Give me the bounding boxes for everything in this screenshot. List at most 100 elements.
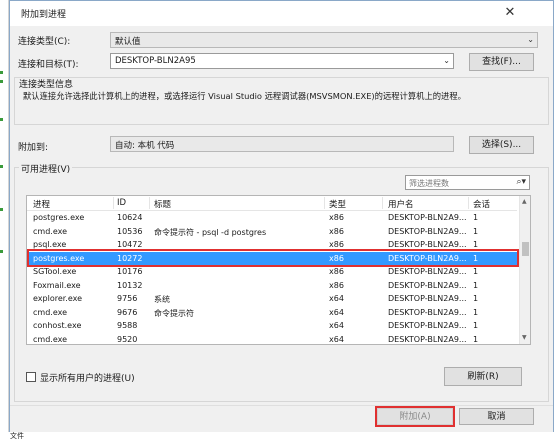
process-title: 命令提示符: [154, 308, 194, 318]
editor-marker: [0, 80, 3, 83]
process-id: 9676: [117, 307, 138, 317]
process-type: x64: [329, 294, 344, 303]
connection-type-label: 连接类型(C):: [18, 37, 71, 47]
process-list-header: 进程 ID 标题 类型 用户名 会话: [27, 196, 517, 211]
process-session: 1: [473, 307, 479, 317]
connection-target-label: 连接和目标(T):: [18, 60, 79, 70]
attach-highlight-annotation: [375, 406, 455, 427]
process-row[interactable]: cmd.exe 9520 x64 DESKTOP-BLN2A9... 1: [27, 333, 517, 345]
process-session: 1: [473, 334, 479, 344]
process-user: DESKTOP-BLN2A9...: [388, 213, 467, 222]
process-row[interactable]: explorer.exe 9756 系统 x64 DESKTOP-BLN2A9.…: [27, 292, 517, 306]
process-id: 10472: [117, 240, 143, 249]
column-divider[interactable]: [149, 197, 150, 209]
process-row[interactable]: SGTool.exe 10176 x86 DESKTOP-BLN2A9... 1: [27, 265, 517, 279]
process-row[interactable]: Foxmail.exe 10132 x86 DESKTOP-BLN2A9... …: [27, 279, 517, 293]
process-session: 1: [473, 321, 479, 330]
selection-highlight-annotation: [27, 249, 519, 267]
process-name: cmd.exe: [33, 334, 68, 344]
column-header-user[interactable]: 用户名: [388, 198, 414, 210]
process-name: cmd.exe: [33, 226, 68, 236]
process-id: 10176: [117, 267, 143, 276]
window-title: 附加到进程: [21, 10, 67, 20]
chevron-down-icon[interactable]: ⌄: [443, 56, 450, 65]
select-button[interactable]: 选择(S)...: [469, 136, 534, 154]
process-session: 1: [473, 294, 479, 303]
process-id: 10624: [117, 213, 143, 222]
process-title: 系统: [154, 295, 170, 304]
scrollbar-thumb[interactable]: [522, 242, 529, 256]
attach-to-process-dialog: 附加到进程 ✕ 连接类型(C): 默认值 ⌄ 连接和目标(T): DESKTOP…: [9, 0, 554, 432]
available-processes-label: 可用进程(V): [19, 162, 73, 175]
process-row[interactable]: postgres.exe 10624 x86 DESKTOP-BLN2A9...…: [27, 211, 517, 225]
background-status-text: 文件: [0, 432, 554, 440]
column-divider[interactable]: [468, 197, 469, 209]
editor-marker: [0, 118, 3, 121]
connection-info-title: 连接类型信息: [19, 80, 74, 90]
process-id: 9756: [117, 294, 138, 303]
find-button[interactable]: 查找(F)...: [469, 53, 534, 71]
process-name: Foxmail.exe: [33, 280, 81, 290]
process-id: 9588: [117, 321, 138, 330]
process-title: 命令提示符 - psql -d postgres: [154, 227, 267, 237]
process-session: 1: [473, 213, 479, 222]
column-divider[interactable]: [382, 197, 383, 209]
column-header-type[interactable]: 类型: [329, 198, 346, 210]
process-name: conhost.exe: [33, 321, 82, 330]
connection-type-value: 默认值: [115, 37, 141, 47]
connection-info-group: 连接类型信息 默认连接允许选择此计算机上的进程，或选择运行 Visual Stu…: [14, 77, 549, 125]
process-session: 1: [473, 267, 479, 276]
column-divider[interactable]: [113, 197, 114, 209]
editor-marker: [0, 165, 3, 168]
background-editor-strip: [0, 0, 9, 440]
editor-marker: [0, 71, 3, 74]
show-all-users-label[interactable]: 显示所有用户的进程(U): [40, 371, 135, 384]
show-all-users-checkbox[interactable]: [26, 372, 36, 382]
process-user: DESKTOP-BLN2A9...: [388, 226, 467, 236]
filter-process-input[interactable]: 筛选进程数 ⌕▾: [405, 175, 530, 190]
connection-type-select[interactable]: 默认值 ⌄: [110, 32, 538, 48]
process-type: x64: [329, 307, 344, 317]
process-session: 1: [473, 226, 479, 236]
column-divider[interactable]: [324, 197, 325, 209]
editor-marker: [0, 208, 3, 211]
cancel-button[interactable]: 取消: [459, 408, 534, 425]
connection-target-value: DESKTOP-BLN2A95: [115, 56, 196, 66]
process-type: x86: [329, 267, 344, 276]
scroll-down-icon[interactable]: ▼: [522, 334, 527, 341]
process-user: DESKTOP-BLN2A9...: [388, 267, 467, 276]
filter-placeholder: 筛选进程数: [409, 179, 449, 188]
attach-to-field: 自动: 本机 代码: [110, 136, 454, 152]
column-header-process[interactable]: 进程: [33, 198, 50, 210]
process-name: cmd.exe: [33, 307, 68, 317]
process-user: DESKTOP-BLN2A9...: [388, 334, 467, 344]
chevron-down-icon: ⌄: [527, 35, 534, 44]
process-id: 10132: [117, 280, 143, 290]
process-id: 10536: [117, 226, 143, 236]
process-type: x86: [329, 226, 344, 236]
process-row[interactable]: cmd.exe 9676 命令提示符 x64 DESKTOP-BLN2A9...…: [27, 306, 517, 320]
process-name: SGTool.exe: [33, 267, 77, 276]
process-user: DESKTOP-BLN2A9...: [388, 307, 467, 317]
process-list-scrollbar[interactable]: ▲ ▼: [519, 196, 530, 344]
process-user: DESKTOP-BLN2A9...: [388, 280, 467, 290]
connection-target-input[interactable]: DESKTOP-BLN2A95 ⌄: [110, 53, 454, 69]
column-header-title[interactable]: 标题: [154, 198, 171, 210]
column-header-id[interactable]: ID: [117, 198, 126, 208]
process-user: DESKTOP-BLN2A9...: [388, 321, 467, 330]
process-user: DESKTOP-BLN2A9...: [388, 294, 467, 303]
refresh-button[interactable]: 刷新(R): [444, 367, 522, 386]
close-icon[interactable]: ✕: [500, 5, 520, 21]
column-header-session[interactable]: 会话: [473, 198, 490, 210]
attach-to-value: 自动: 本机 代码: [115, 141, 175, 151]
process-user: DESKTOP-BLN2A9...: [388, 240, 467, 249]
attach-to-label: 附加到:: [18, 143, 49, 153]
process-row[interactable]: conhost.exe 9588 x64 DESKTOP-BLN2A9... 1: [27, 319, 517, 333]
process-type: x64: [329, 321, 344, 330]
title-bar: 附加到进程 ✕: [10, 1, 553, 26]
process-type: x86: [329, 240, 344, 249]
scroll-up-icon[interactable]: ▲: [522, 198, 527, 205]
process-list[interactable]: 进程 ID 标题 类型 用户名 会话 postgres.exe 10624 x8…: [26, 195, 531, 345]
process-type: x64: [329, 334, 344, 344]
process-row[interactable]: cmd.exe 10536 命令提示符 - psql -d postgres x…: [27, 225, 517, 239]
